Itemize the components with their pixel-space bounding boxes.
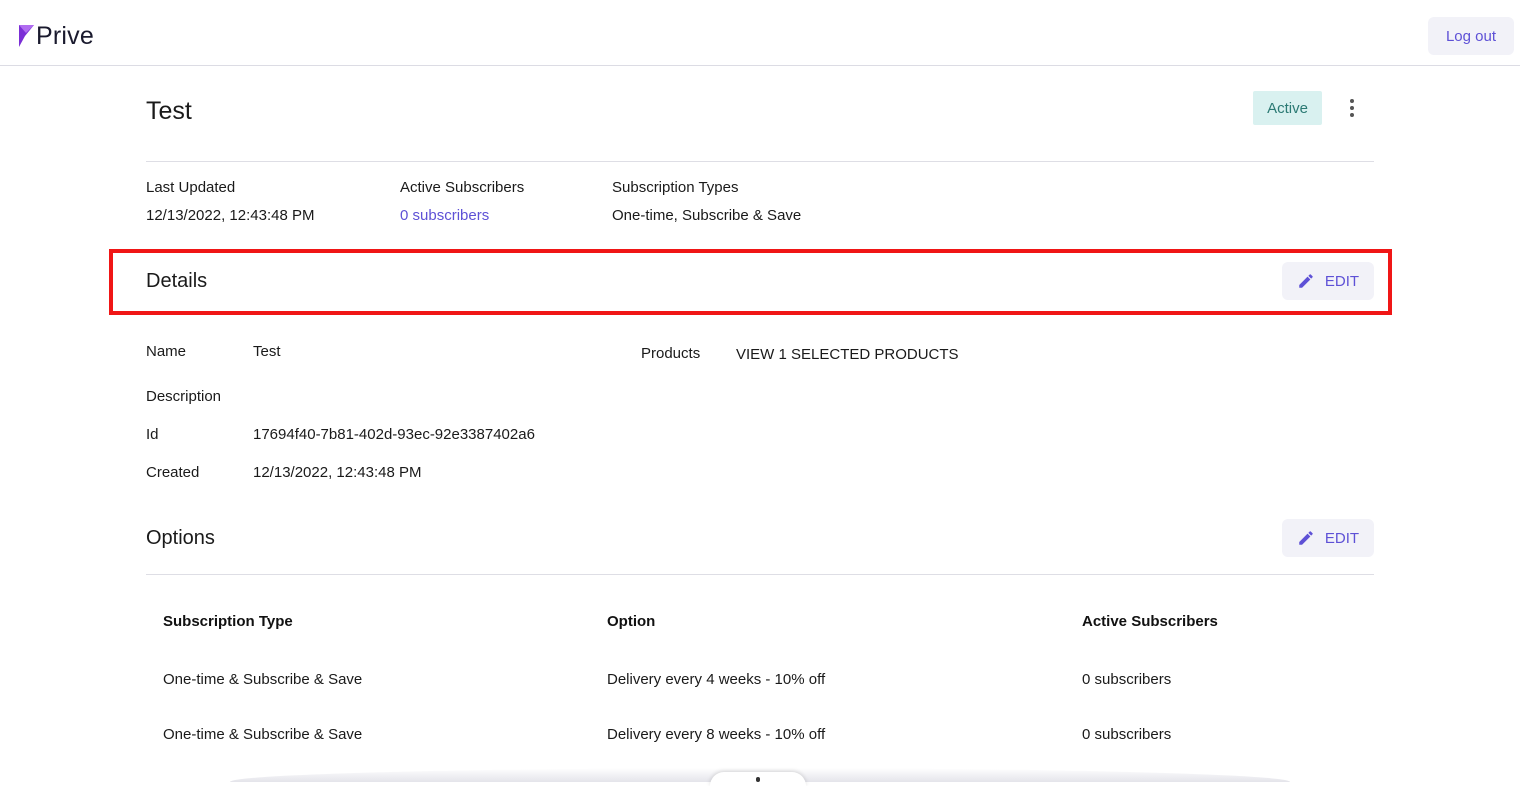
column-header-active-subscribers: Active Subscribers: [1082, 613, 1218, 630]
active-subscribers-label: Active Subscribers: [400, 179, 525, 196]
pencil-icon: [1299, 531, 1313, 545]
name-value: Test: [253, 343, 281, 360]
last-updated-label: Last Updated: [146, 179, 236, 196]
row-subscribers-link[interactable]: 0 subscribers: [1082, 671, 1171, 688]
subscription-types-value: One-time, Subscribe & Save: [612, 207, 802, 224]
last-updated-value: 12/13/2022, 12:43:48 PM: [146, 207, 315, 224]
subscription-types-label: Subscription Types: [612, 179, 739, 196]
prive-logo[interactable]: Prive: [18, 22, 94, 50]
row-subscription-type: One-time & Subscribe & Save: [163, 671, 363, 688]
created-label: Created: [146, 464, 200, 481]
details-highlight-box: [109, 249, 1392, 315]
options-section-title: Options: [146, 527, 215, 549]
page-title: Test: [146, 97, 192, 125]
top-bar: Prive Log out: [0, 0, 1520, 66]
name-label: Name: [146, 343, 187, 360]
row-subscription-type: One-time & Subscribe & Save: [163, 726, 363, 743]
products-label: Products: [641, 345, 701, 362]
id-value: 17694f40-7b81-402d-93ec-92e3387402a6: [253, 426, 535, 443]
column-header-subscription-type: Subscription Type: [163, 613, 293, 630]
logo-text: Prive: [36, 22, 94, 50]
created-value: 12/13/2022, 12:43:48 PM: [253, 464, 422, 481]
id-label: Id: [146, 426, 159, 443]
column-header-option: Option: [607, 613, 656, 630]
status-badge: Active: [1253, 91, 1322, 125]
active-subscribers-link[interactable]: 0 subscribers: [400, 207, 489, 224]
header-divider: [146, 161, 1374, 162]
row-option: Delivery every 8 weeks - 10% off: [607, 726, 826, 743]
prive-logo-icon: [19, 25, 34, 47]
options-divider: [146, 574, 1374, 575]
options-edit-button[interactable]: EDIT: [1282, 519, 1374, 557]
options-edit-label: EDIT: [1324, 529, 1360, 547]
row-subscribers-link[interactable]: 0 subscribers: [1082, 726, 1171, 743]
description-label: Description: [146, 388, 222, 405]
row-option: Delivery every 4 weeks - 10% off: [607, 671, 826, 688]
view-selected-products-link[interactable]: VIEW 1 SELECTED PRODUCTS: [736, 346, 959, 363]
drawer-handle-icon: [756, 777, 760, 782]
more-vertical-icon[interactable]: [1340, 94, 1364, 122]
logout-button[interactable]: Log out: [1428, 17, 1514, 55]
